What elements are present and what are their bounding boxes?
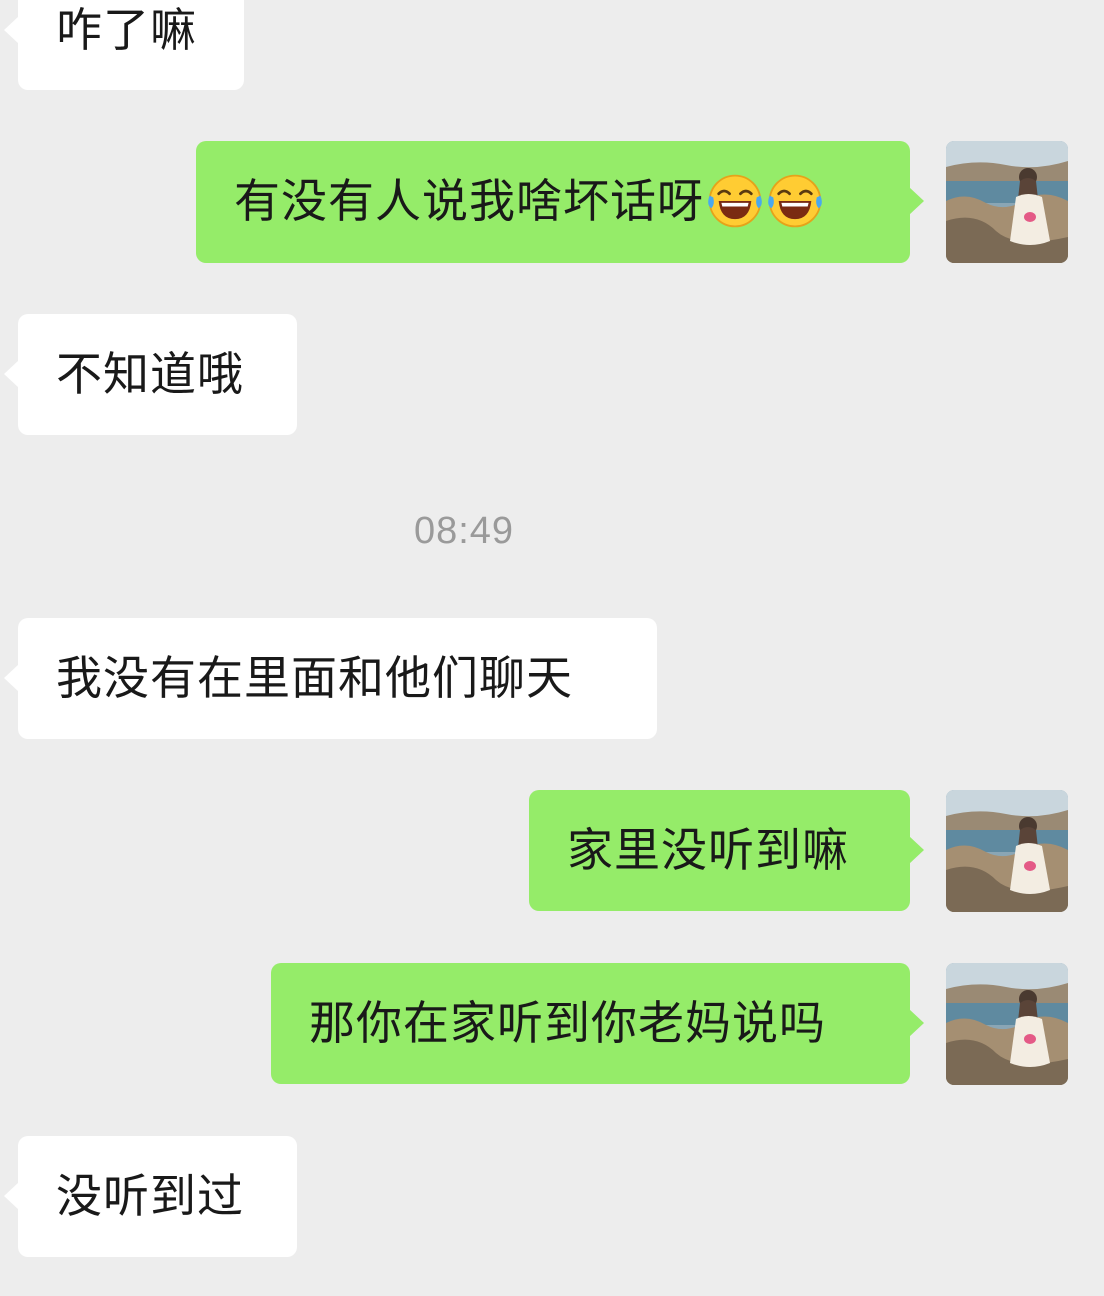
message-timestamp: 08:49	[413, 510, 515, 552]
incoming-message-bubble[interactable]: 咋了嘛	[4, 0, 244, 90]
incoming-message-bubble[interactable]: 没听到过	[4, 1136, 297, 1257]
user-avatar[interactable]	[946, 790, 1068, 912]
user-avatar-photo-icon	[946, 963, 1068, 1085]
message-text: 没听到过	[56, 1169, 244, 1223]
laughing-tears-emoji-icon	[706, 172, 764, 230]
incoming-message-bubble[interactable]: 不知道哦	[4, 314, 297, 435]
message-text: 那你在家听到你老妈说吗	[309, 996, 826, 1050]
message-text: 有没有人说我啥坏话呀	[234, 174, 704, 228]
outgoing-message-bubble[interactable]: 有没有人说我啥坏话呀	[196, 141, 924, 263]
laughing-tears-emoji-icon	[766, 172, 824, 230]
message-text: 我没有在里面和他们聊天	[56, 651, 573, 705]
chat-view: 咋了嘛 有没有人说我啥坏话呀 不知道哦 08:49 我没有在里面和他们聊天 家里…	[0, 0, 1104, 1296]
message-text: 咋了嘛	[56, 3, 197, 57]
incoming-message-bubble[interactable]: 我没有在里面和他们聊天	[4, 618, 657, 739]
user-avatar[interactable]	[946, 141, 1068, 263]
outgoing-message-bubble[interactable]: 那你在家听到你老妈说吗	[271, 963, 924, 1084]
outgoing-message-bubble[interactable]: 家里没听到嘛	[529, 790, 924, 911]
user-avatar-photo-icon	[946, 790, 1068, 912]
user-avatar[interactable]	[946, 963, 1068, 1085]
message-text: 不知道哦	[56, 347, 244, 401]
user-avatar-photo-icon	[946, 141, 1068, 263]
message-text: 家里没听到嘛	[567, 823, 849, 877]
